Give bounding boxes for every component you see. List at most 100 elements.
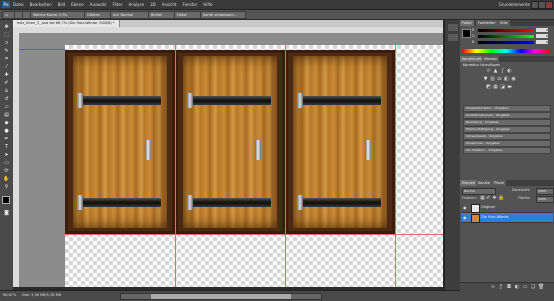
document-canvas[interactable] — [65, 45, 443, 287]
adjustment-layer-icon[interactable]: ◐ — [514, 284, 520, 290]
crop-tool-icon[interactable]: ⌗ — [2, 56, 11, 62]
menu-select[interactable]: Auswahl — [90, 2, 107, 7]
menu-layer[interactable]: Ebene — [71, 2, 84, 7]
fill-field[interactable]: 100% — [536, 196, 554, 203]
black-white-icon[interactable]: ◧ — [504, 77, 509, 82]
link-layers-icon[interactable]: ∞ — [490, 284, 496, 290]
delete-layer-icon[interactable]: 🗑 — [538, 284, 544, 290]
foreground-color-swatch[interactable] — [2, 196, 10, 204]
height-field[interactable]: Höhe: — [174, 11, 202, 19]
threshold-icon[interactable]: ◪ — [500, 85, 505, 90]
color-ramp[interactable] — [462, 49, 550, 53]
zoom-tool-icon[interactable]: ⚲ — [2, 184, 11, 190]
invert-icon[interactable]: ◩ — [486, 85, 491, 90]
tab-color[interactable]: Farbe — [460, 20, 474, 26]
brush-tool-icon[interactable]: ✐ — [2, 80, 11, 86]
tab-swatches[interactable]: Farbfelder — [476, 20, 498, 26]
healing-brush-tool-icon[interactable]: ✚ — [2, 72, 11, 78]
actions-panel-icon[interactable] — [448, 34, 458, 41]
style-select[interactable]: Art: Normal — [110, 11, 150, 19]
zoom-level[interactable]: 66,67% — [3, 293, 16, 297]
menu-view[interactable]: Ansicht — [162, 2, 177, 7]
vibrance-icon[interactable]: ▼ — [483, 77, 488, 82]
preset-selective-color[interactable]: Sel. Farbkorr. - Vorgaben — [463, 147, 551, 154]
dodge-tool-icon[interactable]: ● — [2, 128, 11, 134]
red-value[interactable]: 0 — [536, 28, 548, 32]
lock-pixels-icon[interactable]: ✐ — [486, 196, 491, 201]
close-button[interactable] — [545, 1, 553, 9]
horizontal-scrollbar[interactable] — [120, 293, 322, 300]
preset-levels[interactable]: Tonwertkorrektur - Vorgaben — [463, 105, 551, 112]
workspace-switcher[interactable]: Grundelemente — [499, 2, 530, 7]
eraser-tool-icon[interactable]: ▱ — [2, 104, 11, 110]
lock-all-icon[interactable]: 🔒 — [498, 196, 504, 201]
green-slider[interactable] — [478, 35, 534, 38]
red-slider[interactable] — [478, 29, 534, 32]
new-layer-icon[interactable]: ❏ — [530, 284, 536, 290]
menu-analysis[interactable]: Analyse — [128, 2, 144, 7]
menu-window[interactable]: Fenster — [183, 2, 198, 7]
preset-black-white[interactable]: Schwarzweiß - Vorgaben — [463, 133, 551, 140]
document-tab[interactable]: holz_türen_3_.psd bei 66,7% (Die Holz-Wä… — [13, 20, 120, 27]
menu-edit[interactable]: Bearbeiten — [30, 2, 52, 7]
tab-layers[interactable]: Ebenen — [460, 180, 478, 186]
menu-3d[interactable]: 3D — [150, 2, 156, 7]
history-panel-icon[interactable] — [448, 24, 458, 31]
layer-row[interactable]: ◉ Die Holz-Wände — [461, 213, 553, 223]
hue-saturation-icon[interactable]: ▥ — [490, 77, 495, 82]
lock-position-icon[interactable]: ✥ — [492, 196, 497, 201]
exposure-icon[interactable]: ◐ — [507, 69, 512, 74]
preset-channel-mixer[interactable]: Kanalmixer - Vorgaben — [463, 140, 551, 147]
menu-file[interactable]: Datei — [13, 2, 24, 7]
feather-field[interactable]: Weiche Kante: 0 Px — [30, 11, 86, 19]
3d-rotate-tool-icon[interactable]: ⟳ — [2, 168, 11, 174]
blue-slider[interactable] — [478, 41, 534, 44]
marquee-tool-icon[interactable]: ⬚ — [2, 32, 11, 38]
blend-mode-select[interactable]: Normal — [462, 188, 496, 195]
new-group-icon[interactable]: ▭ — [522, 284, 528, 290]
scrollbar-thumb[interactable] — [151, 294, 291, 299]
antialias-checkbox[interactable]: Glätten — [84, 11, 112, 19]
tab-channels[interactable]: Kanäle — [476, 180, 492, 186]
blur-tool-icon[interactable]: ◆ — [2, 120, 11, 126]
tab-masks[interactable]: Masken — [482, 56, 500, 62]
posterize-icon[interactable]: ▦ — [493, 85, 498, 90]
foreground-color-swatch[interactable] — [462, 29, 471, 38]
color-balance-icon[interactable]: ⚖ — [497, 77, 502, 82]
clone-stamp-tool-icon[interactable]: ♙ — [2, 88, 11, 94]
green-value[interactable]: 0 — [536, 34, 548, 38]
pen-tool-icon[interactable]: ✒ — [2, 136, 11, 142]
brightness-icon[interactable]: ☼ — [486, 69, 491, 74]
levels-icon[interactable]: ▲ — [493, 69, 498, 74]
eyedropper-tool-icon[interactable]: ⁄ — [2, 64, 11, 70]
blue-value[interactable]: 0 — [536, 40, 548, 44]
visibility-eye-icon[interactable]: ◉ — [463, 215, 468, 220]
canvas-area[interactable] — [19, 33, 443, 287]
preset-curves[interactable]: Gradationskurven - Vorgaben — [463, 112, 551, 119]
gradient-map-icon[interactable]: ▬ — [507, 85, 512, 90]
path-select-tool-icon[interactable]: ➤ — [2, 152, 11, 158]
quick-mask-icon[interactable]: ◙ — [2, 210, 11, 216]
lock-transparency-icon[interactable]: ▦ — [480, 196, 485, 201]
curves-icon[interactable]: ∫ — [500, 69, 505, 74]
type-tool-icon[interactable]: T — [2, 144, 11, 150]
gradient-tool-icon[interactable]: ▤ — [2, 112, 11, 118]
visibility-eye-icon[interactable]: ◉ — [463, 205, 468, 210]
add-mask-icon[interactable]: ◘ — [506, 284, 512, 290]
width-field[interactable]: Breite: — [148, 11, 176, 19]
quick-select-tool-icon[interactable]: ✎ — [2, 48, 11, 54]
layer-style-icon[interactable]: ƒ — [498, 284, 504, 290]
move-tool-icon[interactable]: ✥ — [2, 24, 11, 30]
menu-image[interactable]: Bild — [58, 2, 66, 7]
tab-adjustments[interactable]: Korrekturen — [460, 56, 485, 62]
tab-paths[interactable]: Pfade — [492, 180, 506, 186]
history-brush-tool-icon[interactable]: ↺ — [2, 96, 11, 102]
refine-edge-button[interactable]: Kante verbessern... — [200, 11, 246, 19]
hand-tool-icon[interactable]: ✋ — [2, 176, 11, 182]
tab-styles[interactable]: Stile — [498, 20, 510, 26]
menu-filter[interactable]: Filter — [112, 2, 122, 7]
opacity-field[interactable]: 100% — [536, 188, 554, 195]
photo-filter-icon[interactable]: ◉ — [511, 77, 516, 82]
lasso-tool-icon[interactable]: ↄ — [2, 40, 11, 46]
menu-help[interactable]: Hilfe — [203, 2, 212, 7]
